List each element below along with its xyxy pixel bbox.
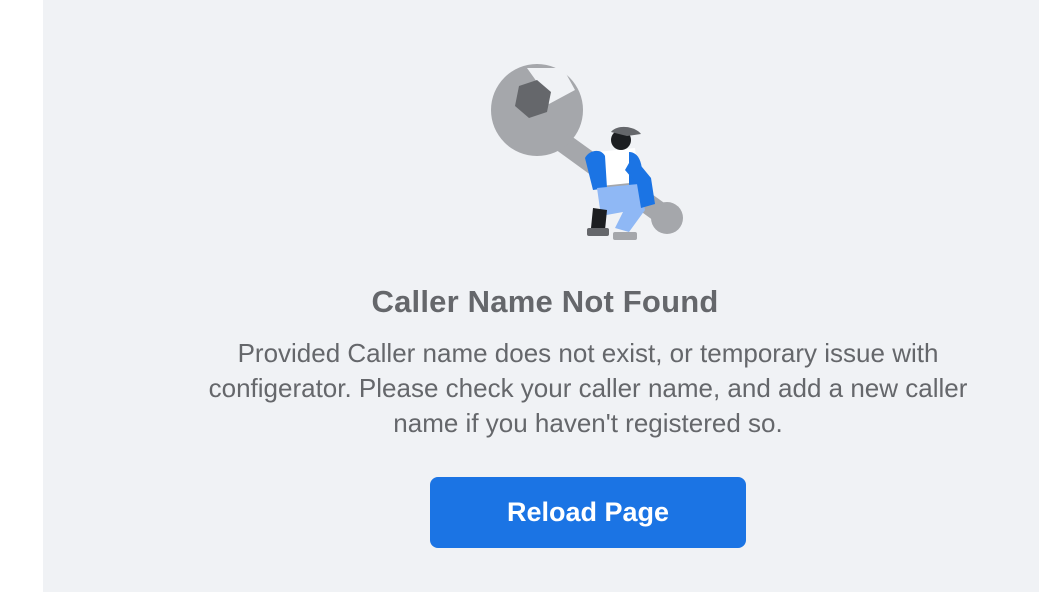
wrench-with-person-icon: [491, 64, 683, 240]
error-title: Caller Name Not Found: [371, 284, 719, 319]
reload-page-button[interactable]: Reload Page: [430, 477, 746, 548]
page: Caller Name Not Found Provided Caller na…: [0, 0, 1061, 596]
error-panel: Caller Name Not Found Provided Caller na…: [43, 0, 1039, 592]
error-message: Provided Caller name does not exist, or …: [208, 338, 968, 438]
